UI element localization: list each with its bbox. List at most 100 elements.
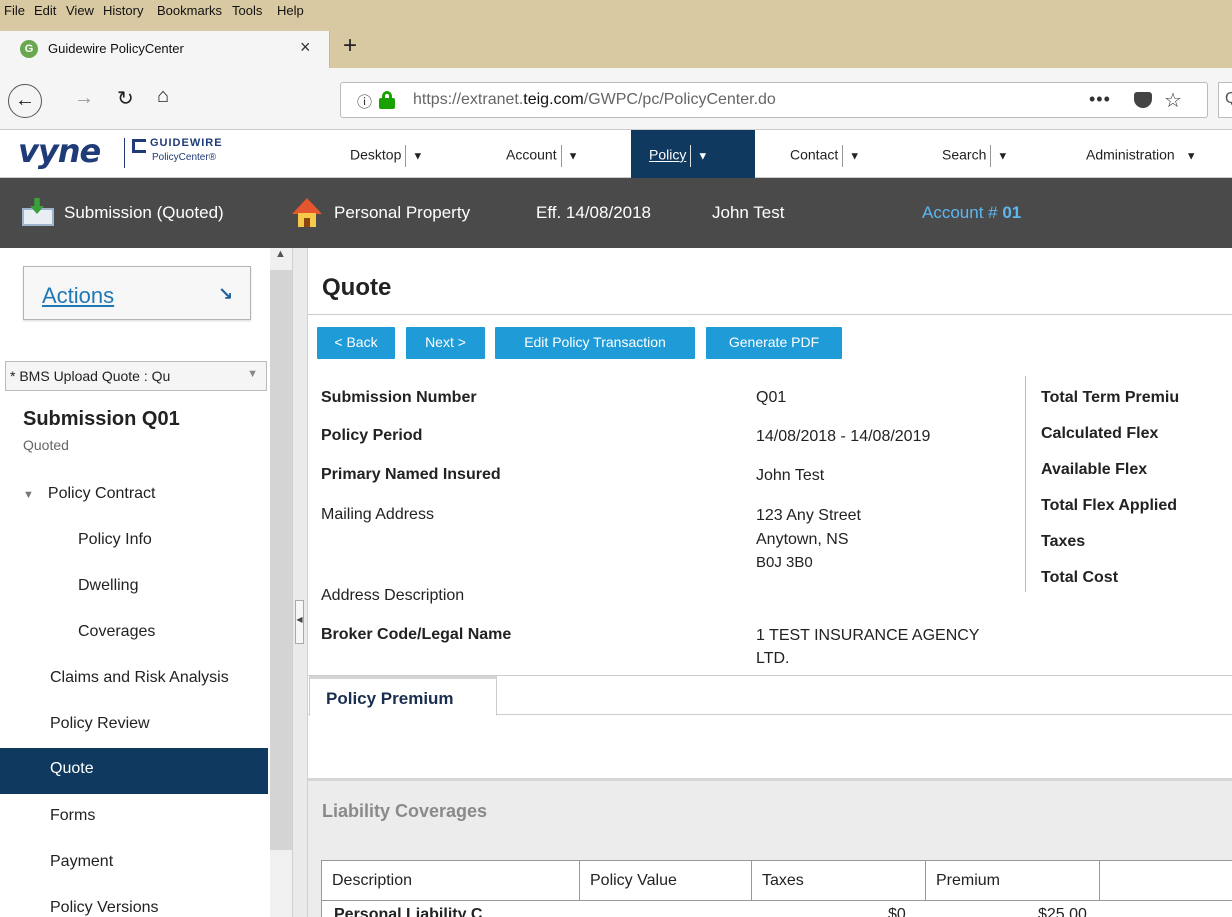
sidebar-item-dwelling[interactable]: Dwelling bbox=[0, 565, 268, 611]
coverages-table: Description Policy Value Taxes Premium P… bbox=[321, 860, 1232, 917]
house-icon bbox=[292, 198, 322, 228]
url-bar[interactable]: ⓘ https://extranet.teig.com/GWPC/pc/Poli… bbox=[340, 82, 1208, 118]
browser-tab[interactable]: G Guidewire PolicyCenter × bbox=[0, 31, 330, 68]
policy-period-value: 14/08/2018 - 14/08/2019 bbox=[756, 428, 931, 445]
policy-period-label: Policy Period bbox=[321, 427, 423, 444]
summary-divider bbox=[1025, 376, 1026, 592]
chevron-down-icon[interactable]: ▼ bbox=[997, 151, 1008, 163]
policy-info-bar: Submission (Quoted) Personal Property Ef… bbox=[0, 178, 1232, 248]
submission-number-value: Q01 bbox=[756, 389, 787, 406]
menu-history[interactable]: History bbox=[103, 3, 143, 18]
back-button[interactable]: < Back bbox=[317, 327, 395, 359]
sidebar-item-label: Claims and Risk Analysis bbox=[50, 669, 229, 686]
premium-tab-bar: Policy Premium bbox=[308, 675, 1232, 716]
calculated-flex-label: Calculated Flex bbox=[1041, 425, 1159, 442]
url-prefix: https://extranet. bbox=[413, 91, 524, 108]
available-flex-label: Available Flex bbox=[1041, 461, 1148, 478]
actions-button[interactable]: Actions ↘ bbox=[23, 266, 251, 320]
tab-contact[interactable]: Contact ▼ bbox=[780, 130, 898, 178]
tab-policy-premium[interactable]: Policy Premium bbox=[309, 676, 497, 716]
tab-policy[interactable]: Policy ▼ bbox=[631, 130, 755, 178]
tab-desktop[interactable]: Desktop ▼ bbox=[340, 130, 458, 178]
chevron-down-icon[interactable]: ▼ bbox=[697, 151, 708, 163]
browser-tab-strip: G Guidewire PolicyCenter × + bbox=[0, 22, 1232, 68]
page-title: Quote bbox=[322, 274, 392, 301]
chevron-down-icon[interactable]: ▼ bbox=[568, 151, 579, 163]
sidebar-item-coverages[interactable]: Coverages bbox=[0, 611, 268, 657]
logo-divider bbox=[124, 138, 125, 168]
sidebar-item-label: Policy Info bbox=[78, 531, 152, 548]
liability-coverages-section: Liability Coverages Description Policy V… bbox=[308, 778, 1232, 917]
insured-name[interactable]: John Test bbox=[712, 203, 784, 223]
table-row-taxes: $0 bbox=[888, 906, 906, 917]
bookmark-star-icon[interactable]: ☆ bbox=[1164, 88, 1182, 113]
home-icon[interactable]: ⌂ bbox=[157, 85, 169, 108]
mailing-address-label: Mailing Address bbox=[321, 506, 434, 523]
column-header-taxes[interactable]: Taxes bbox=[752, 861, 926, 901]
collapse-left-icon[interactable]: ◀ bbox=[295, 600, 304, 644]
column-header-description[interactable]: Description bbox=[322, 861, 580, 901]
edit-policy-transaction-button[interactable]: Edit Policy Transaction bbox=[495, 327, 695, 359]
scroll-up-arrow-icon[interactable]: ▲ bbox=[275, 248, 286, 260]
panel-splitter[interactable]: ◀ bbox=[292, 248, 308, 917]
taxes-label: Taxes bbox=[1041, 533, 1086, 550]
menu-edit[interactable]: Edit bbox=[34, 3, 56, 18]
forward-arrow-icon[interactable]: → bbox=[74, 87, 94, 110]
quote-selector-dropdown[interactable]: * BMS Upload Quote : Qu ▼ bbox=[5, 361, 267, 391]
broker-label: Broker Code/Legal Name bbox=[321, 626, 512, 643]
account-number: 01 bbox=[1002, 203, 1022, 222]
new-tab-icon[interactable]: + bbox=[343, 34, 357, 58]
more-actions-icon[interactable]: ••• bbox=[1089, 89, 1111, 110]
mailing-address-line3: B0J 3B0 bbox=[756, 554, 813, 571]
sidebar-item-payment[interactable]: Payment bbox=[0, 841, 268, 887]
left-sidebar: Actions ↘ * BMS Upload Quote : Qu ▼ Subm… bbox=[0, 248, 292, 917]
app-header: vyne GUIDEWIRE PolicyCenter® Desktop ▼ Ac… bbox=[0, 130, 1232, 178]
chevron-down-icon[interactable]: ▼ bbox=[412, 151, 423, 163]
sidebar-item-policy-info[interactable]: Policy Info bbox=[0, 519, 268, 565]
tab-close-icon[interactable]: × bbox=[300, 37, 311, 58]
sidebar-item-policy-review[interactable]: Policy Review bbox=[0, 703, 268, 749]
next-button[interactable]: Next > bbox=[406, 327, 485, 359]
sidebar-item-label: Dwelling bbox=[78, 577, 139, 594]
account-label: Account # bbox=[922, 203, 998, 222]
sidebar-scrollbar[interactable]: ▲ bbox=[270, 248, 292, 917]
scrollbar-thumb[interactable] bbox=[270, 270, 292, 850]
column-header-premium[interactable]: Premium bbox=[926, 861, 1100, 901]
tab-administration[interactable]: Administration ▼ bbox=[1076, 130, 1232, 178]
account-link[interactable]: Account # 01 bbox=[922, 203, 1021, 223]
column-header-policy-value[interactable]: Policy Value bbox=[580, 861, 752, 901]
chevron-down-icon[interactable]: ▼ bbox=[1186, 151, 1197, 163]
sidebar-item-policy-versions[interactable]: Policy Versions bbox=[0, 887, 268, 917]
tab-search[interactable]: Search ▼ bbox=[932, 130, 1050, 178]
menu-help[interactable]: Help bbox=[277, 3, 304, 18]
menu-bookmarks[interactable]: Bookmarks bbox=[157, 3, 222, 18]
sidebar-item-claims-risk[interactable]: Claims and Risk Analysis bbox=[0, 657, 268, 703]
reload-icon[interactable]: ↻ bbox=[117, 86, 134, 111]
url-domain: teig.com bbox=[523, 91, 584, 108]
quote-selector-value: * BMS Upload Quote : Qu bbox=[10, 368, 171, 384]
pocket-icon[interactable] bbox=[1134, 92, 1152, 108]
arrow-down-right-icon: ↘ bbox=[218, 284, 234, 304]
back-arrow-icon[interactable]: ← bbox=[8, 84, 42, 118]
collapse-triangle-icon[interactable]: ▼ bbox=[23, 489, 34, 501]
chevron-down-icon[interactable]: ▼ bbox=[849, 151, 860, 163]
generate-pdf-button[interactable]: Generate PDF bbox=[706, 327, 842, 359]
address-description-label: Address Description bbox=[321, 587, 465, 604]
chevron-down-icon[interactable]: ▼ bbox=[247, 368, 258, 380]
sidebar-item-quote[interactable]: Quote bbox=[0, 748, 268, 794]
sidebar-item-label: Policy Versions bbox=[50, 899, 159, 916]
sidebar-item-label: Policy Contract bbox=[47, 485, 156, 502]
menu-view[interactable]: View bbox=[66, 3, 94, 18]
effective-date: Eff. 14/08/2018 bbox=[536, 203, 652, 222]
search-box[interactable]: Q bbox=[1218, 82, 1232, 118]
info-icon[interactable]: ⓘ bbox=[357, 91, 372, 112]
sidebar-item-label: Forms bbox=[50, 807, 96, 824]
submission-status[interactable]: Submission (Quoted) bbox=[64, 203, 224, 223]
product-name[interactable]: Personal Property bbox=[334, 203, 470, 223]
sidebar-item-forms[interactable]: Forms bbox=[0, 795, 268, 841]
menu-file[interactable]: File bbox=[4, 3, 25, 18]
menu-tools[interactable]: Tools bbox=[232, 3, 262, 18]
tab-account[interactable]: Account ▼ bbox=[496, 130, 614, 178]
sidebar-item-policy-contract[interactable]: ▼ Policy Contract bbox=[0, 473, 268, 519]
submission-number-label: Submission Number bbox=[321, 389, 477, 406]
